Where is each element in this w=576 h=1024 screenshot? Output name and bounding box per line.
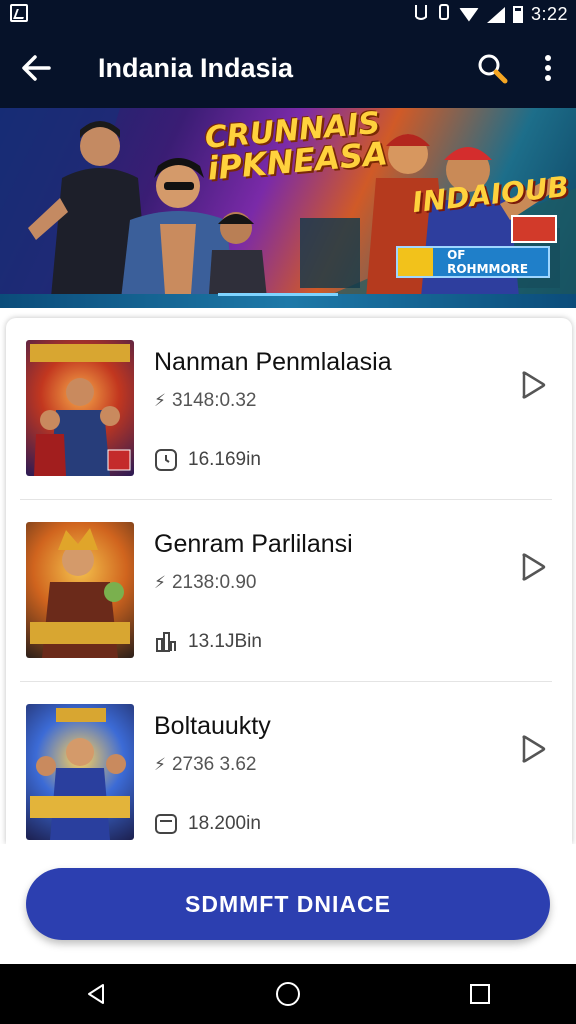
play-icon	[522, 553, 546, 581]
item-meta-value: 2138:0.90	[171, 572, 257, 593]
nav-back-icon	[88, 984, 104, 1004]
item-size-value: 18.200in	[188, 813, 261, 834]
message-icon	[155, 814, 177, 834]
app-bar: Indania Indasia	[0, 28, 576, 108]
nav-home-icon	[276, 982, 300, 1006]
item-title: Nanman Penmlalasia	[154, 348, 392, 376]
nav-recents-button[interactable]	[440, 964, 520, 1024]
alarm-icon	[413, 3, 429, 26]
list-item[interactable]: Nanman Penmlalasia ⚡︎ 3148:0.32 16.169in	[6, 318, 572, 500]
signal-icon	[486, 6, 505, 23]
item-meta: ⚡︎ 2138:0.90	[154, 572, 256, 594]
battery-icon	[512, 6, 523, 23]
game-list: Nanman Penmlalasia ⚡︎ 3148:0.32 16.169in	[6, 318, 572, 844]
nav-back-button[interactable]	[56, 964, 136, 1024]
chart-icon	[156, 632, 176, 652]
game-thumbnail	[26, 704, 134, 840]
status-time: 3:22	[530, 4, 568, 24]
play-button[interactable]	[516, 732, 550, 766]
back-button[interactable]	[0, 28, 72, 108]
item-size: 16.169in	[154, 448, 261, 472]
game-thumbnail	[26, 340, 134, 476]
play-button[interactable]	[516, 368, 550, 402]
item-size-value: 16.169in	[188, 449, 261, 470]
item-title: Genram Parlilansi	[154, 530, 353, 558]
list-item[interactable]: Boltauukty ⚡︎ 2736 3.62 18.200in	[6, 682, 572, 844]
item-size-value: 13.1JBin	[188, 631, 262, 652]
play-icon	[522, 371, 546, 399]
list-item[interactable]: Genram Parlilansi ⚡︎ 2138:0.90 13.1JBin	[6, 500, 572, 682]
item-meta: ⚡︎ 2736 3.62	[154, 754, 256, 776]
item-size: 13.1JBin	[154, 630, 262, 654]
item-meta-value: 3148:0.32	[171, 390, 257, 411]
banner-footer-bar	[0, 294, 576, 308]
search-button[interactable]	[464, 28, 520, 108]
clock-icon	[155, 449, 177, 471]
page-title: Indania Indasia	[98, 52, 294, 83]
vibrate-icon	[437, 3, 451, 26]
status-bar: 3:22	[0, 0, 576, 28]
bolt-icon: ⚡︎	[154, 755, 166, 774]
wifi-icon	[458, 7, 479, 22]
bolt-icon: ⚡︎	[154, 391, 166, 410]
banner-badge-label: OF ROHMMORE	[447, 248, 529, 276]
more-options-button[interactable]	[520, 28, 576, 108]
status-icons: 3:22	[413, 3, 568, 26]
arrow-left-icon	[22, 55, 51, 81]
nav-home-button[interactable]	[248, 964, 328, 1024]
system-nav-bar	[0, 964, 576, 1024]
item-size: 18.200in	[154, 812, 261, 836]
banner-badge[interactable]: OF ROHMMORE	[396, 246, 550, 278]
game-thumbnail	[26, 522, 134, 658]
play-icon	[522, 735, 546, 763]
item-meta-value: 2736 3.62	[171, 754, 257, 775]
more-vertical-icon	[545, 55, 551, 81]
nav-recents-icon	[470, 984, 490, 1004]
featured-banner[interactable]: CRUNNAIS iPKNEASA INDAIOUB OF ROHMMORE	[0, 108, 576, 308]
bolt-icon: ⚡︎	[154, 573, 166, 592]
screenshot-icon	[10, 4, 28, 22]
primary-action-button[interactable]: SDMMFT DNIACE	[26, 868, 550, 940]
item-title: Boltauukty	[154, 712, 271, 740]
banner-title: CRUNNAIS iPKNEASA	[203, 108, 389, 188]
search-icon	[478, 54, 508, 84]
badge-arrow-icon	[398, 248, 434, 276]
play-button[interactable]	[516, 550, 550, 584]
bottom-action-area: SDMMFT DNIACE	[0, 844, 576, 964]
banner-page-indicator	[218, 293, 338, 296]
item-meta: ⚡︎ 3148:0.32	[154, 390, 256, 412]
